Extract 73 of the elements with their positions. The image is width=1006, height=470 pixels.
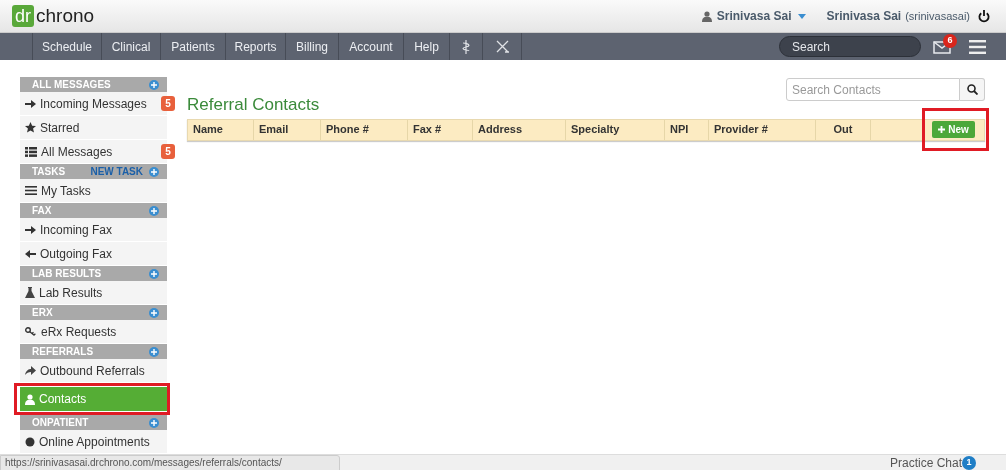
add-icon[interactable]: [149, 268, 159, 279]
nav-item[interactable]: Schedule: [32, 33, 101, 60]
nav-item[interactable]: Billing: [285, 33, 338, 60]
notification-badge: 6: [943, 33, 957, 48]
column-header: Address: [473, 119, 566, 140]
sidebar-item[interactable]: Outbound Referrals: [20, 359, 167, 383]
add-icon[interactable]: [149, 346, 159, 357]
nav-item[interactable]: Patients: [160, 33, 225, 60]
account-name: Srinivasa Sai (srinivasasai): [826, 8, 970, 25]
add-icon[interactable]: [149, 307, 159, 318]
add-icon[interactable]: [149, 166, 159, 177]
count-badge: 5: [161, 96, 175, 111]
add-icon[interactable]: [149, 205, 159, 216]
search-contacts-field[interactable]: Search Contacts: [786, 78, 960, 101]
column-header: Name: [188, 119, 254, 140]
menu-icon: [25, 186, 37, 195]
search-icon: [966, 84, 978, 95]
column-header: Phone #: [321, 119, 408, 140]
practice-chat-link[interactable]: Practice Chat 1: [889, 453, 976, 470]
flask-icon: [25, 287, 35, 298]
person-icon: [701, 10, 712, 22]
nav-item[interactable]: Clinical: [101, 33, 160, 60]
staff-icon: [462, 39, 470, 54]
circle-icon: [25, 436, 35, 447]
section-title: ERX: [32, 306, 54, 320]
person-icon: [25, 393, 35, 405]
list-icon: [25, 146, 37, 157]
logo-mark: dr: [12, 5, 34, 27]
sidebar-item[interactable]: My Tasks: [20, 179, 167, 203]
sidebar-item[interactable]: eRx Requests: [20, 320, 167, 344]
chat-badge: 1: [962, 455, 976, 470]
nav-item[interactable]: Account: [338, 33, 403, 60]
section-title: ALL MESSAGES: [32, 78, 112, 92]
left-arrow-icon: [25, 248, 36, 259]
right-arrow-icon: [25, 98, 36, 109]
tools-link[interactable]: [482, 33, 522, 60]
page-title: Referral Contacts: [187, 94, 321, 116]
column-header: NPI: [665, 119, 709, 140]
sidebar-item[interactable]: Online Appointments: [20, 430, 167, 454]
column-header: Email: [254, 119, 321, 140]
sidebar-item[interactable]: Outgoing Fax: [20, 242, 167, 266]
menu-icon: [969, 39, 986, 54]
section-title: REFERRALS: [32, 345, 95, 359]
section-title: ONPATIENT: [32, 416, 90, 430]
sidebar-item[interactable]: Incoming Fax: [20, 218, 167, 242]
column-header: Specialty: [566, 119, 665, 140]
section-title: TASKS: [32, 165, 67, 179]
section-title: LAB RESULTS: [32, 267, 103, 281]
column-header: Provider #: [709, 119, 816, 140]
nav-item[interactable]: Reports: [225, 33, 285, 60]
star-icon: [25, 122, 36, 133]
column-header: Out: [816, 119, 871, 140]
logo[interactable]: dr chrono: [12, 5, 95, 27]
tools-icon: [495, 40, 509, 53]
column-header: Fax #: [408, 119, 473, 140]
search-field[interactable]: Search: [779, 36, 921, 57]
sidebar-item[interactable]: Starred: [20, 116, 167, 140]
logo-text: chrono: [36, 5, 95, 27]
share-arrow-icon: [25, 365, 36, 376]
nav-item[interactable]: Help: [403, 33, 449, 60]
section-title: FAX: [32, 204, 53, 218]
power-icon: [978, 9, 990, 23]
key-icon: [25, 326, 37, 337]
user-menu[interactable]: Srinivasa Sai: [701, 7, 807, 25]
search-button[interactable]: [960, 78, 985, 101]
add-icon[interactable]: [149, 79, 159, 90]
status-url: https://srinivasasai.drchrono.com/messages/referrals/contacts/: [0, 454, 340, 470]
right-arrow-icon: [25, 224, 36, 235]
sidebar-item[interactable]: Lab Results: [20, 281, 167, 305]
count-badge: 5: [161, 144, 175, 159]
caret-icon: [798, 13, 807, 19]
plus-icon: [938, 126, 946, 133]
add-icon[interactable]: [149, 417, 159, 428]
